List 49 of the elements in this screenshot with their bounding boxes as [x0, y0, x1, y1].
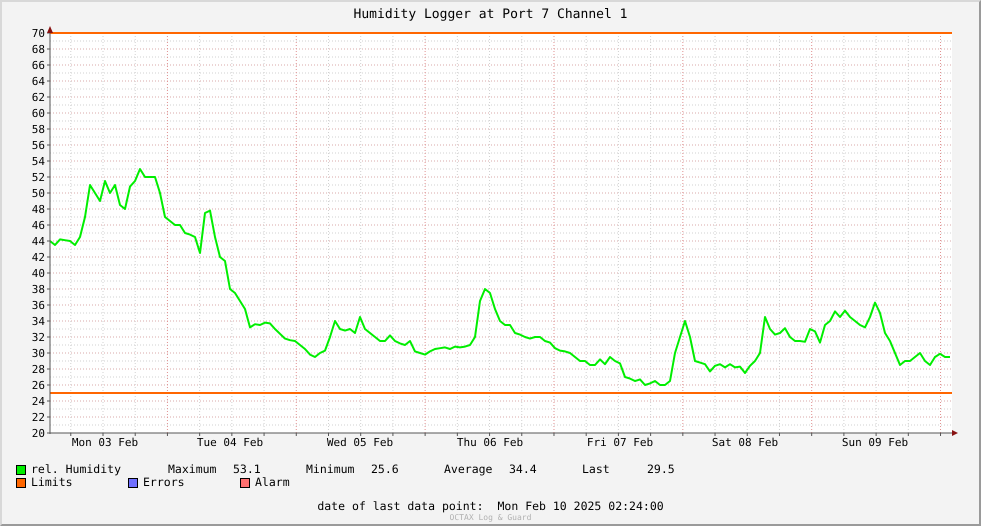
footer-label: date of last data point:	[317, 500, 484, 513]
y-axis-label: 64	[32, 75, 45, 88]
y-axis-label: 44	[32, 235, 45, 248]
stat-value: 25.6	[371, 463, 400, 476]
y-axis-label: 30	[32, 347, 45, 360]
y-axis-label: 54	[32, 155, 45, 168]
y-axis-label: 62	[32, 91, 45, 104]
y-axis-label: 58	[32, 123, 45, 136]
x-axis-label: Thu 06 Feb	[456, 436, 524, 449]
y-axis-label: 36	[32, 299, 45, 312]
y-axis-label: 56	[32, 139, 45, 152]
chart-title: Humidity Logger at Port 7 Channel 1	[354, 8, 628, 20]
x-axis-label: Sun 09 Feb	[842, 436, 908, 449]
legend-label: Limits	[31, 476, 73, 489]
y-axis-label: 60	[32, 107, 45, 120]
y-axis-label: 40	[32, 267, 45, 280]
y-axis-label: 34	[32, 315, 45, 328]
stat-value: 34.4	[509, 463, 538, 476]
y-axis-label: 52	[32, 171, 45, 184]
y-axis-label: 38	[32, 283, 45, 296]
x-axis-label: Tue 04 Feb	[196, 436, 264, 449]
y-axis-label: 50	[32, 187, 45, 200]
legend-label: Errors	[143, 476, 185, 489]
x-axis-label: Sat 08 Feb	[712, 436, 778, 449]
y-axis-label: 20	[32, 427, 45, 440]
y-axis-label: 32	[32, 331, 45, 344]
y-axis-label: 68	[32, 43, 45, 56]
stat-label: Last	[582, 463, 611, 476]
x-axis-label: Mon 03 Feb	[72, 436, 138, 449]
stat-label: Average	[444, 463, 494, 476]
stat-label: Minimum	[306, 463, 356, 476]
stat-value: 29.5	[647, 463, 676, 476]
y-axis-label: 42	[32, 251, 45, 264]
y-axis-label: 48	[32, 203, 45, 216]
y-axis-label: 26	[32, 379, 45, 392]
y-axis-label: 22	[32, 411, 45, 424]
y-axis-label: 24	[32, 395, 45, 408]
x-axis-label: Wed 05 Feb	[326, 436, 394, 449]
stat-value: 53.1	[233, 463, 262, 476]
stat-label: Maximum	[168, 463, 218, 476]
last-data-date: Mon Feb 10 2025 02:24:00	[498, 500, 664, 513]
credit-text: OCTAX Log & Guard	[450, 513, 532, 522]
y-axis-label: 70	[32, 27, 45, 40]
y-axis-label: 46	[32, 219, 45, 232]
legend-label: rel. Humidity	[31, 463, 122, 476]
y-axis-label: 28	[32, 363, 45, 376]
x-axis-label: Fri 07 Feb	[586, 436, 654, 449]
y-axis-label: 66	[32, 59, 45, 72]
legend-label: Alarm	[255, 476, 290, 489]
